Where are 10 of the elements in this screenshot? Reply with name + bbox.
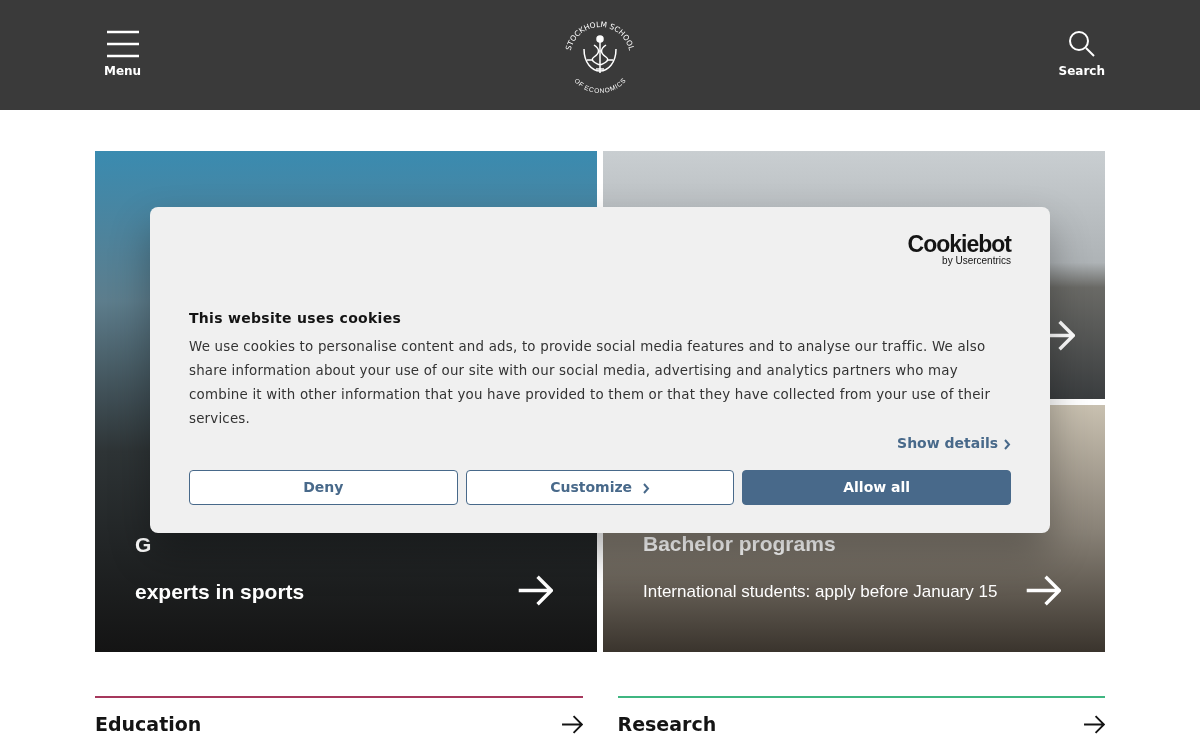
tile-subtitle: International students: apply before January 15	[643, 580, 999, 603]
dialog-title: This website uses cookies	[189, 309, 403, 328]
dialog-text: We use cookies to personalise content and ads, to provide social media features and to analyse our traffic. We also share information about your use of our site with our social media, advertising and analytics partners who may combine it with other information that you have provided to them or that they have collected from your use of their services.	[189, 338, 992, 428]
tile-title: experts in sports	[135, 578, 306, 604]
brand-name: Cookiebot	[907, 233, 1011, 256]
brand-subtitle: by Usercentrics	[942, 256, 1011, 266]
tile-title: Bachelor programs	[643, 531, 837, 557]
section-title: Education	[95, 712, 202, 737]
section-title: Research	[617, 712, 717, 737]
tile-title: G	[135, 531, 153, 557]
